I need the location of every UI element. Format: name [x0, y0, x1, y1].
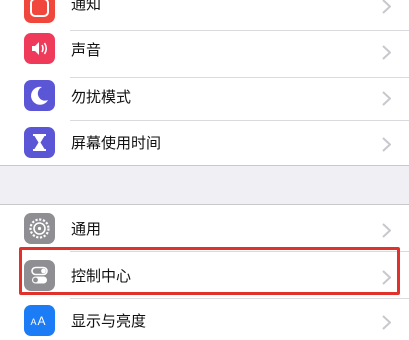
settings-row-label: 通知 — [71, 0, 102, 13]
notifications-icon — [24, 0, 55, 23]
settings-row-display-brightness[interactable]: A A 显示与亮度 — [0, 299, 409, 340]
settings-row-label: 屏幕使用时间 — [71, 134, 162, 152]
settings-row-do-not-disturb[interactable]: 勿扰模式 — [0, 74, 409, 121]
gear-icon — [24, 213, 55, 244]
chevron-right-icon — [382, 91, 391, 106]
settings-group-notifications: 通知 声音 勿扰模式 屏幕使用时间 — [0, 0, 409, 166]
settings-row-screen-time[interactable]: 屏幕使用时间 — [0, 121, 409, 165]
speaker-icon — [24, 33, 55, 64]
svg-text:A: A — [31, 317, 37, 327]
settings-row-general[interactable]: 通用 — [0, 205, 409, 252]
settings-row-label: 声音 — [71, 41, 102, 59]
chevron-right-icon — [382, 45, 391, 60]
settings-row-label: 通用 — [71, 220, 102, 238]
moon-icon — [24, 80, 55, 111]
chevron-right-icon — [382, 0, 391, 14]
hourglass-icon — [24, 127, 55, 158]
svg-text:A: A — [38, 314, 46, 328]
settings-row-sounds[interactable]: 声音 — [0, 31, 409, 78]
settings-row-notifications[interactable]: 通知 — [0, 0, 409, 31]
text-size-icon: A A — [24, 305, 55, 336]
settings-row-label: 显示与亮度 — [71, 312, 147, 330]
settings-row-label: 勿扰模式 — [71, 88, 132, 106]
section-separator — [0, 166, 409, 204]
chevron-right-icon — [382, 315, 391, 330]
control-center-highlight-box — [19, 247, 400, 295]
chevron-right-icon — [382, 223, 391, 238]
chevron-right-icon — [382, 137, 391, 152]
